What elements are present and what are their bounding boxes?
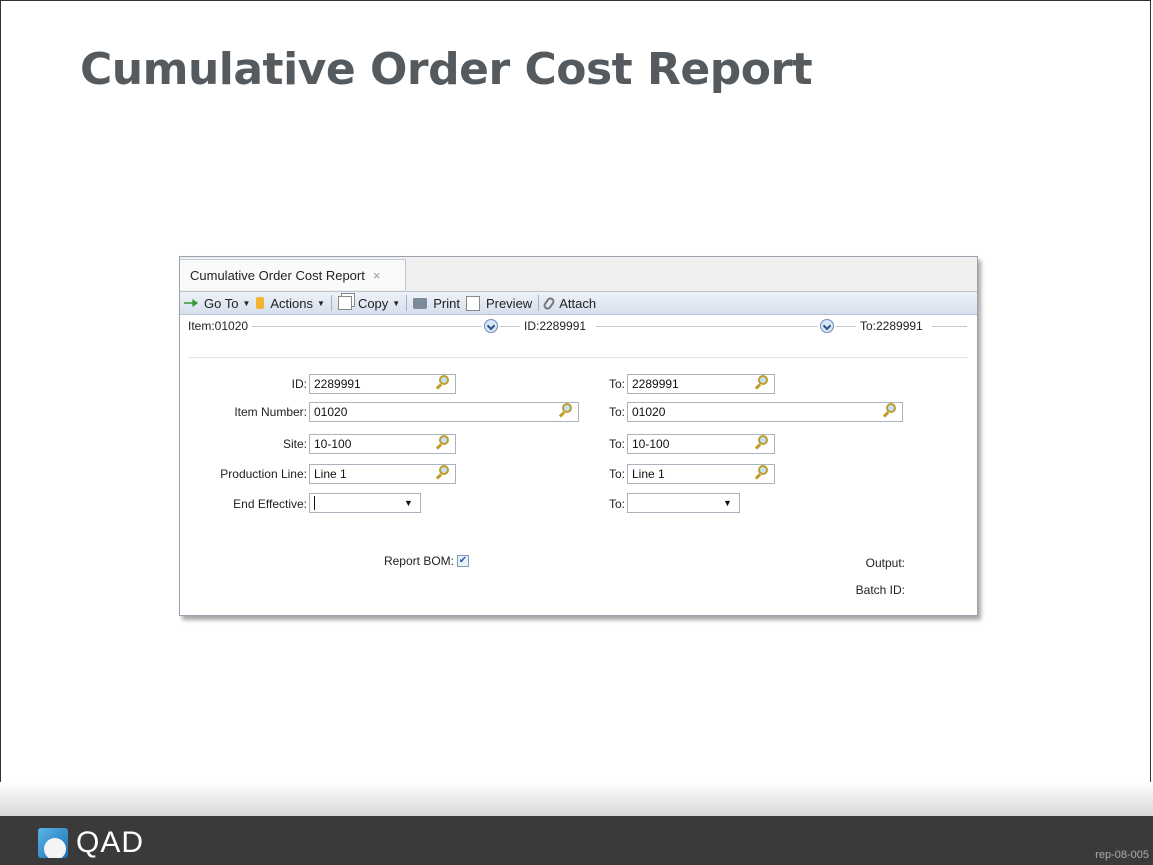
attach-button[interactable]: Attach <box>542 295 597 311</box>
attach-label: Attach <box>559 295 597 311</box>
summary-divider <box>596 326 818 327</box>
toolbar-divider <box>330 295 332 311</box>
summary-item: Item:01020 <box>188 319 253 333</box>
summary-divider <box>500 326 520 327</box>
site-field[interactable]: 10-100 <box>309 434 456 454</box>
toolbar: Go To ▼ Actions ▼ Copy ▼ Print Preview A… <box>180 292 977 315</box>
site-label: Site: <box>282 437 307 451</box>
preview-icon <box>465 295 480 311</box>
report-bom-label: Report BOM: <box>383 554 454 568</box>
production-line-to-field[interactable]: Line 1 <box>627 464 775 484</box>
tab-label: Cumulative Order Cost Report <box>190 267 365 283</box>
copy-label: Copy <box>357 295 389 311</box>
lookup-icon[interactable] <box>754 375 770 391</box>
chevron-down-icon: ▼ <box>317 298 325 308</box>
slide-code: rep-08-005 <box>1095 849 1149 861</box>
batch-id-label: Batch ID: <box>855 583 905 597</box>
item-number-label: Item Number: <box>234 405 307 419</box>
end-effective-label: End Effective: <box>233 497 307 511</box>
lookup-icon[interactable] <box>754 465 770 481</box>
goto-label: Go To <box>204 295 239 311</box>
qad-logo-text: QAD <box>76 826 145 859</box>
summary-bar: Item:01020 ID:2289991 To:2289991 <box>180 315 977 337</box>
preview-label: Preview <box>485 295 533 311</box>
copy-button[interactable]: Copy ▼ <box>337 295 401 311</box>
toolbar-divider <box>538 295 540 311</box>
tab-strip: Cumulative Order Cost Report × <box>180 257 977 292</box>
expand-circle-icon[interactable] <box>820 319 834 333</box>
goto-arrow-icon <box>184 299 198 307</box>
actions-button[interactable]: Actions ▼ <box>256 296 325 311</box>
item-number-to-field[interactable]: 01020 <box>627 402 903 422</box>
item-number-to-label: To: <box>608 405 625 419</box>
id-field[interactable]: 2289991 <box>309 374 456 394</box>
paperclip-icon <box>542 295 557 311</box>
chevron-down-icon: ▼ <box>242 298 251 308</box>
end-effective-to-label: To: <box>608 497 625 511</box>
id-to-field[interactable]: 2289991 <box>627 374 775 394</box>
summary-divider <box>250 326 482 327</box>
print-label: Print <box>433 295 460 311</box>
preview-button[interactable]: Preview <box>465 295 533 311</box>
summary-to: To:2289991 <box>860 319 927 333</box>
close-icon[interactable]: × <box>373 268 381 283</box>
site-to-field[interactable]: 10-100 <box>627 434 775 454</box>
summary-divider <box>932 326 967 327</box>
output-label: Output: <box>865 556 905 570</box>
id-label: ID: <box>291 377 307 391</box>
print-button[interactable]: Print <box>413 296 460 311</box>
footer-fade <box>0 782 1153 816</box>
printer-icon <box>413 297 428 309</box>
summary-id: ID:2289991 <box>524 319 591 333</box>
report-bom-checkbox[interactable]: ✔ <box>457 555 469 567</box>
lookup-icon[interactable] <box>435 465 451 481</box>
footer-bar: QAD rep-08-005 <box>0 816 1153 865</box>
production-line-field[interactable]: Line 1 <box>309 464 456 484</box>
text-cursor <box>314 496 315 510</box>
chevron-down-icon[interactable]: ▼ <box>723 498 732 508</box>
lookup-icon[interactable] <box>435 375 451 391</box>
chevron-down-icon: ▼ <box>392 298 401 308</box>
qad-logo-mark-icon <box>38 828 68 858</box>
chevron-down-icon[interactable]: ▼ <box>404 498 413 508</box>
site-to-label: To: <box>608 437 625 451</box>
lookup-icon[interactable] <box>435 435 451 451</box>
tab-cumulative-order-cost-report[interactable]: Cumulative Order Cost Report × <box>180 259 406 290</box>
id-to-label: To: <box>608 377 625 391</box>
qad-logo: QAD <box>38 826 144 860</box>
actions-icon <box>256 297 265 309</box>
expand-circle-icon[interactable] <box>484 319 498 333</box>
divider <box>188 357 968 358</box>
copy-icon <box>337 296 352 310</box>
toolbar-divider <box>406 295 408 311</box>
report-window: Cumulative Order Cost Report × Go To ▼ A… <box>179 256 978 616</box>
item-number-field[interactable]: 01020 <box>309 402 579 422</box>
lookup-icon[interactable] <box>882 403 898 419</box>
lookup-icon[interactable] <box>754 435 770 451</box>
production-line-to-label: To: <box>608 467 625 481</box>
summary-divider <box>836 326 856 327</box>
goto-button[interactable]: Go To ▼ <box>184 296 250 311</box>
production-line-label: Production Line: <box>220 467 307 481</box>
actions-label: Actions <box>270 295 314 311</box>
slide-title: Cumulative Order Cost Report <box>80 44 813 95</box>
